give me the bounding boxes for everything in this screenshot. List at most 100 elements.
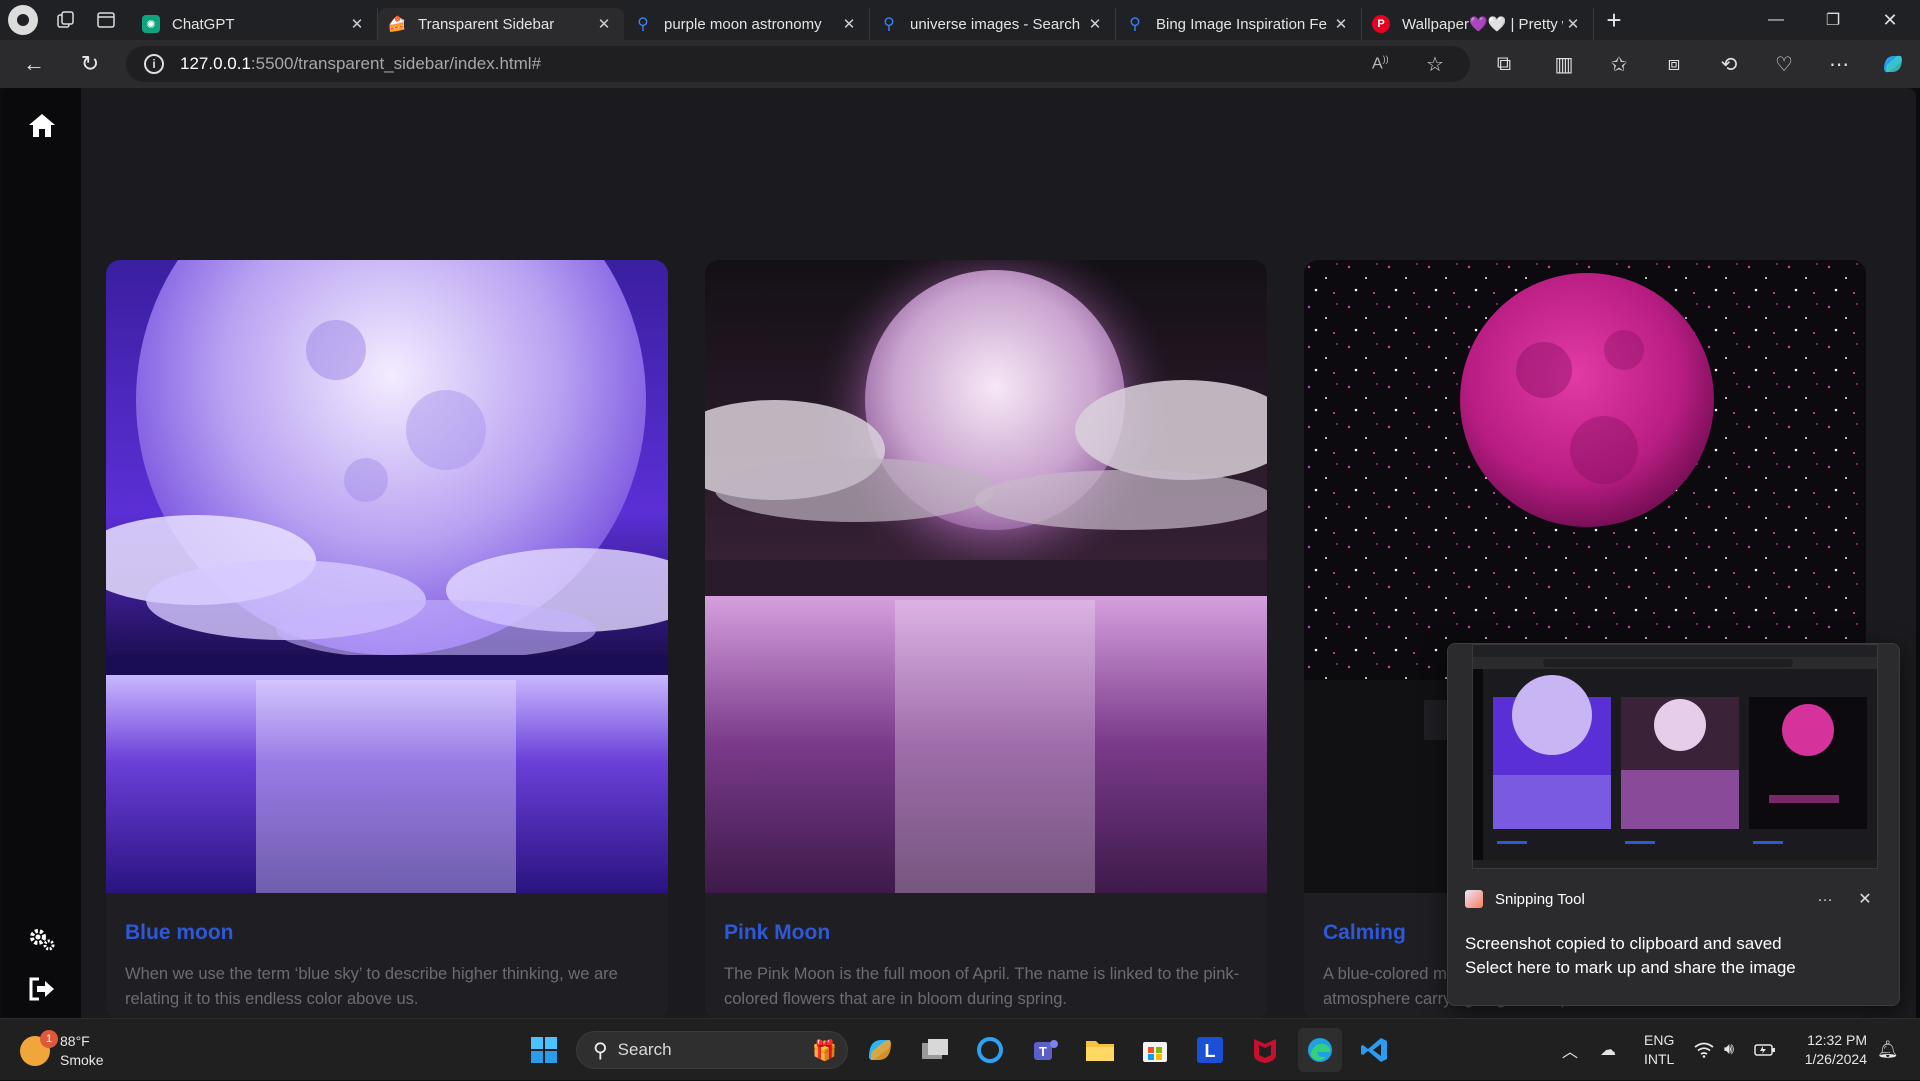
tab-label: purple moon astronomy — [664, 15, 822, 33]
tab-label: Transparent Sidebar — [418, 15, 555, 33]
tab-pinterest-wallpaper[interactable]: P Wallpaper💜🤍 | Pretty w ✕ — [1362, 8, 1594, 40]
svg-text:L: L — [1205, 1041, 1216, 1061]
toast-message-body: Select here to mark up and share the ima… — [1465, 958, 1796, 977]
tab-label: Bing Image Inspiration Fe — [1156, 15, 1327, 33]
logout-icon[interactable] — [3, 976, 81, 1002]
battery-icon[interactable] — [1754, 1019, 1776, 1081]
snipping-tool-notification[interactable]: Snipping Tool ··· ✕ Screenshot copied to… — [1447, 643, 1900, 1006]
card-description: The Pink Moon is the full moon of April.… — [724, 965, 1240, 1008]
tab-label: ChatGPT — [172, 15, 235, 33]
close-icon[interactable]: ✕ — [839, 15, 859, 33]
close-icon[interactable]: ✕ — [594, 15, 614, 33]
l-app-icon[interactable]: L — [1188, 1028, 1232, 1072]
url-path: :5500/transparent_sidebar/index.html# — [250, 54, 542, 73]
back-arrow-icon[interactable]: ← — [6, 40, 62, 88]
close-icon[interactable]: ✕ — [1085, 15, 1105, 33]
more-options-button[interactable]: ··· — [1805, 891, 1845, 908]
minimize-button[interactable]: — — [1748, 0, 1804, 40]
close-icon[interactable]: ✕ — [1563, 15, 1583, 33]
start-windows-icon[interactable] — [522, 1028, 566, 1072]
close-window-button[interactable]: ✕ — [1862, 0, 1918, 40]
tab-chatgpt[interactable]: ✺ ChatGPT ✕ — [132, 8, 378, 40]
screenshot-thumbnail[interactable] — [1472, 644, 1878, 869]
language-indicator[interactable]: ENG INTL — [1644, 1019, 1674, 1081]
browser-toolbar: ← ↻ i 127.0.0.1:5500/transparent_sidebar… — [0, 40, 1920, 88]
bing-search-icon: ⚲ — [883, 16, 895, 33]
tab-label: universe images - Search — [910, 15, 1081, 33]
show-hidden-icons[interactable]: ︿ — [1562, 1019, 1578, 1081]
favorite-star-icon[interactable]: ☆ — [1426, 52, 1444, 77]
tab-universe-images[interactable]: ⚲ universe images - Search ✕ — [870, 8, 1116, 40]
clock-time: 12:32 PM — [1807, 1032, 1867, 1048]
settings-gears-icon[interactable] — [3, 926, 81, 952]
volume-icon[interactable]: 🔊︎ — [1724, 1019, 1734, 1081]
search-icon: ⚲ — [593, 1039, 608, 1062]
search-label: Search — [617, 1040, 672, 1059]
more-menu-icon[interactable]: ⋯ — [1814, 40, 1864, 88]
weather-widget[interactable]: 1 88°F Smoke — [20, 1029, 130, 1073]
weather-sun-icon: 1 — [20, 1030, 58, 1066]
home-icon[interactable] — [3, 112, 81, 138]
weather-temperature: 88°F — [60, 1033, 90, 1049]
browser-tab-bar: ✺ ChatGPT ✕ 🍰 Transparent Sidebar ✕ ⚲ pu… — [0, 0, 1920, 40]
vscode-icon[interactable] — [1353, 1028, 1397, 1072]
edge-browser-icon[interactable] — [1298, 1028, 1342, 1072]
bing-search-icon: ⚲ — [637, 16, 649, 33]
tab-actions-icon[interactable] — [86, 0, 126, 40]
windows-taskbar: 1 88°F Smoke ⚲ Search 🎁 T L ︿ ☁ ENG INTL… — [0, 1018, 1920, 1080]
pink-moon-image — [705, 260, 1267, 893]
toast-app-name: Snipping Tool — [1495, 890, 1585, 908]
language-code: ENG — [1644, 1032, 1675, 1048]
workspaces-icon[interactable] — [46, 0, 86, 40]
browser-essentials-icon[interactable]: ♡ — [1759, 40, 1809, 88]
info-icon[interactable]: i — [144, 54, 164, 74]
notifications-bell-icon[interactable]: 🔔︎ — [1877, 1019, 1899, 1081]
bing-search-icon: ⚲ — [1129, 16, 1141, 33]
mcafee-icon[interactable] — [1243, 1028, 1287, 1072]
snipping-tool-icon — [1465, 890, 1483, 908]
weather-description: Smoke — [60, 1052, 104, 1068]
keyboard-layout: INTL — [1644, 1051, 1675, 1067]
favorites-icon[interactable]: ✩ — [1594, 40, 1644, 88]
new-tab-button[interactable]: + — [1594, 0, 1634, 40]
tab-transparent-sidebar[interactable]: 🍰 Transparent Sidebar ✕ — [378, 8, 624, 40]
copilot-preview-icon[interactable] — [858, 1028, 902, 1072]
cortana-icon[interactable] — [968, 1028, 1012, 1072]
address-bar[interactable]: i 127.0.0.1:5500/transparent_sidebar/ind… — [126, 46, 1470, 82]
task-view-icon[interactable] — [913, 1028, 957, 1072]
tab-purple-moon-astronomy[interactable]: ⚲ purple moon astronomy ✕ — [624, 8, 870, 40]
tab-bing-image-inspiration[interactable]: ⚲ Bing Image Inspiration Fe ✕ — [1116, 8, 1362, 40]
clock-date: 1/26/2024 — [1804, 1051, 1867, 1067]
split-screen-icon[interactable]: ▥ — [1539, 40, 1589, 88]
copilot-icon[interactable] — [1868, 40, 1918, 88]
chatgpt-icon: ✺ — [142, 15, 160, 33]
wifi-icon[interactable] — [1694, 1019, 1714, 1081]
cake-icon: 🍰 — [387, 16, 407, 33]
close-icon[interactable]: ✕ — [1845, 889, 1885, 909]
taskbar-search-box[interactable]: ⚲ Search 🎁 — [576, 1031, 848, 1069]
history-icon[interactable]: ⟲ — [1704, 40, 1754, 88]
clock[interactable]: 12:32 PM 1/26/2024 — [1795, 1019, 1867, 1081]
sidebar — [3, 88, 81, 1018]
restore-button[interactable]: ❐ — [1805, 0, 1861, 40]
teams-icon[interactable]: T — [1023, 1028, 1067, 1072]
url-host: 127.0.0.1 — [180, 54, 251, 73]
microsoft-store-icon[interactable] — [1133, 1028, 1177, 1072]
card-pink-moon[interactable]: Pink Moon The Pink Moon is the full moon… — [705, 260, 1267, 1018]
card-description: When we use the term ‘blue sky’ to descr… — [125, 965, 618, 1008]
close-icon[interactable]: ✕ — [1331, 15, 1351, 33]
refresh-icon[interactable]: ↻ — [62, 40, 118, 88]
gift-highlight-icon: 🎁 — [812, 1039, 837, 1062]
card-blue-moon[interactable]: Blue moon When we use the term ‘blue sky… — [106, 260, 668, 1018]
card-title[interactable]: Blue moon — [125, 921, 234, 945]
file-explorer-icon[interactable] — [1078, 1028, 1122, 1072]
onedrive-offline-icon[interactable]: ☁ — [1600, 1019, 1616, 1081]
collections-icon[interactable]: ⧈ — [1649, 40, 1699, 88]
card-title[interactable]: Pink Moon — [724, 921, 830, 945]
card-title[interactable]: Calming — [1323, 921, 1406, 945]
extensions-icon[interactable]: ⧉ — [1479, 40, 1529, 88]
read-aloud-icon[interactable]: A)) — [1372, 54, 1389, 73]
blue-moon-image — [106, 260, 668, 893]
close-icon[interactable]: ✕ — [347, 15, 367, 33]
profile-avatar-icon[interactable] — [8, 5, 38, 35]
